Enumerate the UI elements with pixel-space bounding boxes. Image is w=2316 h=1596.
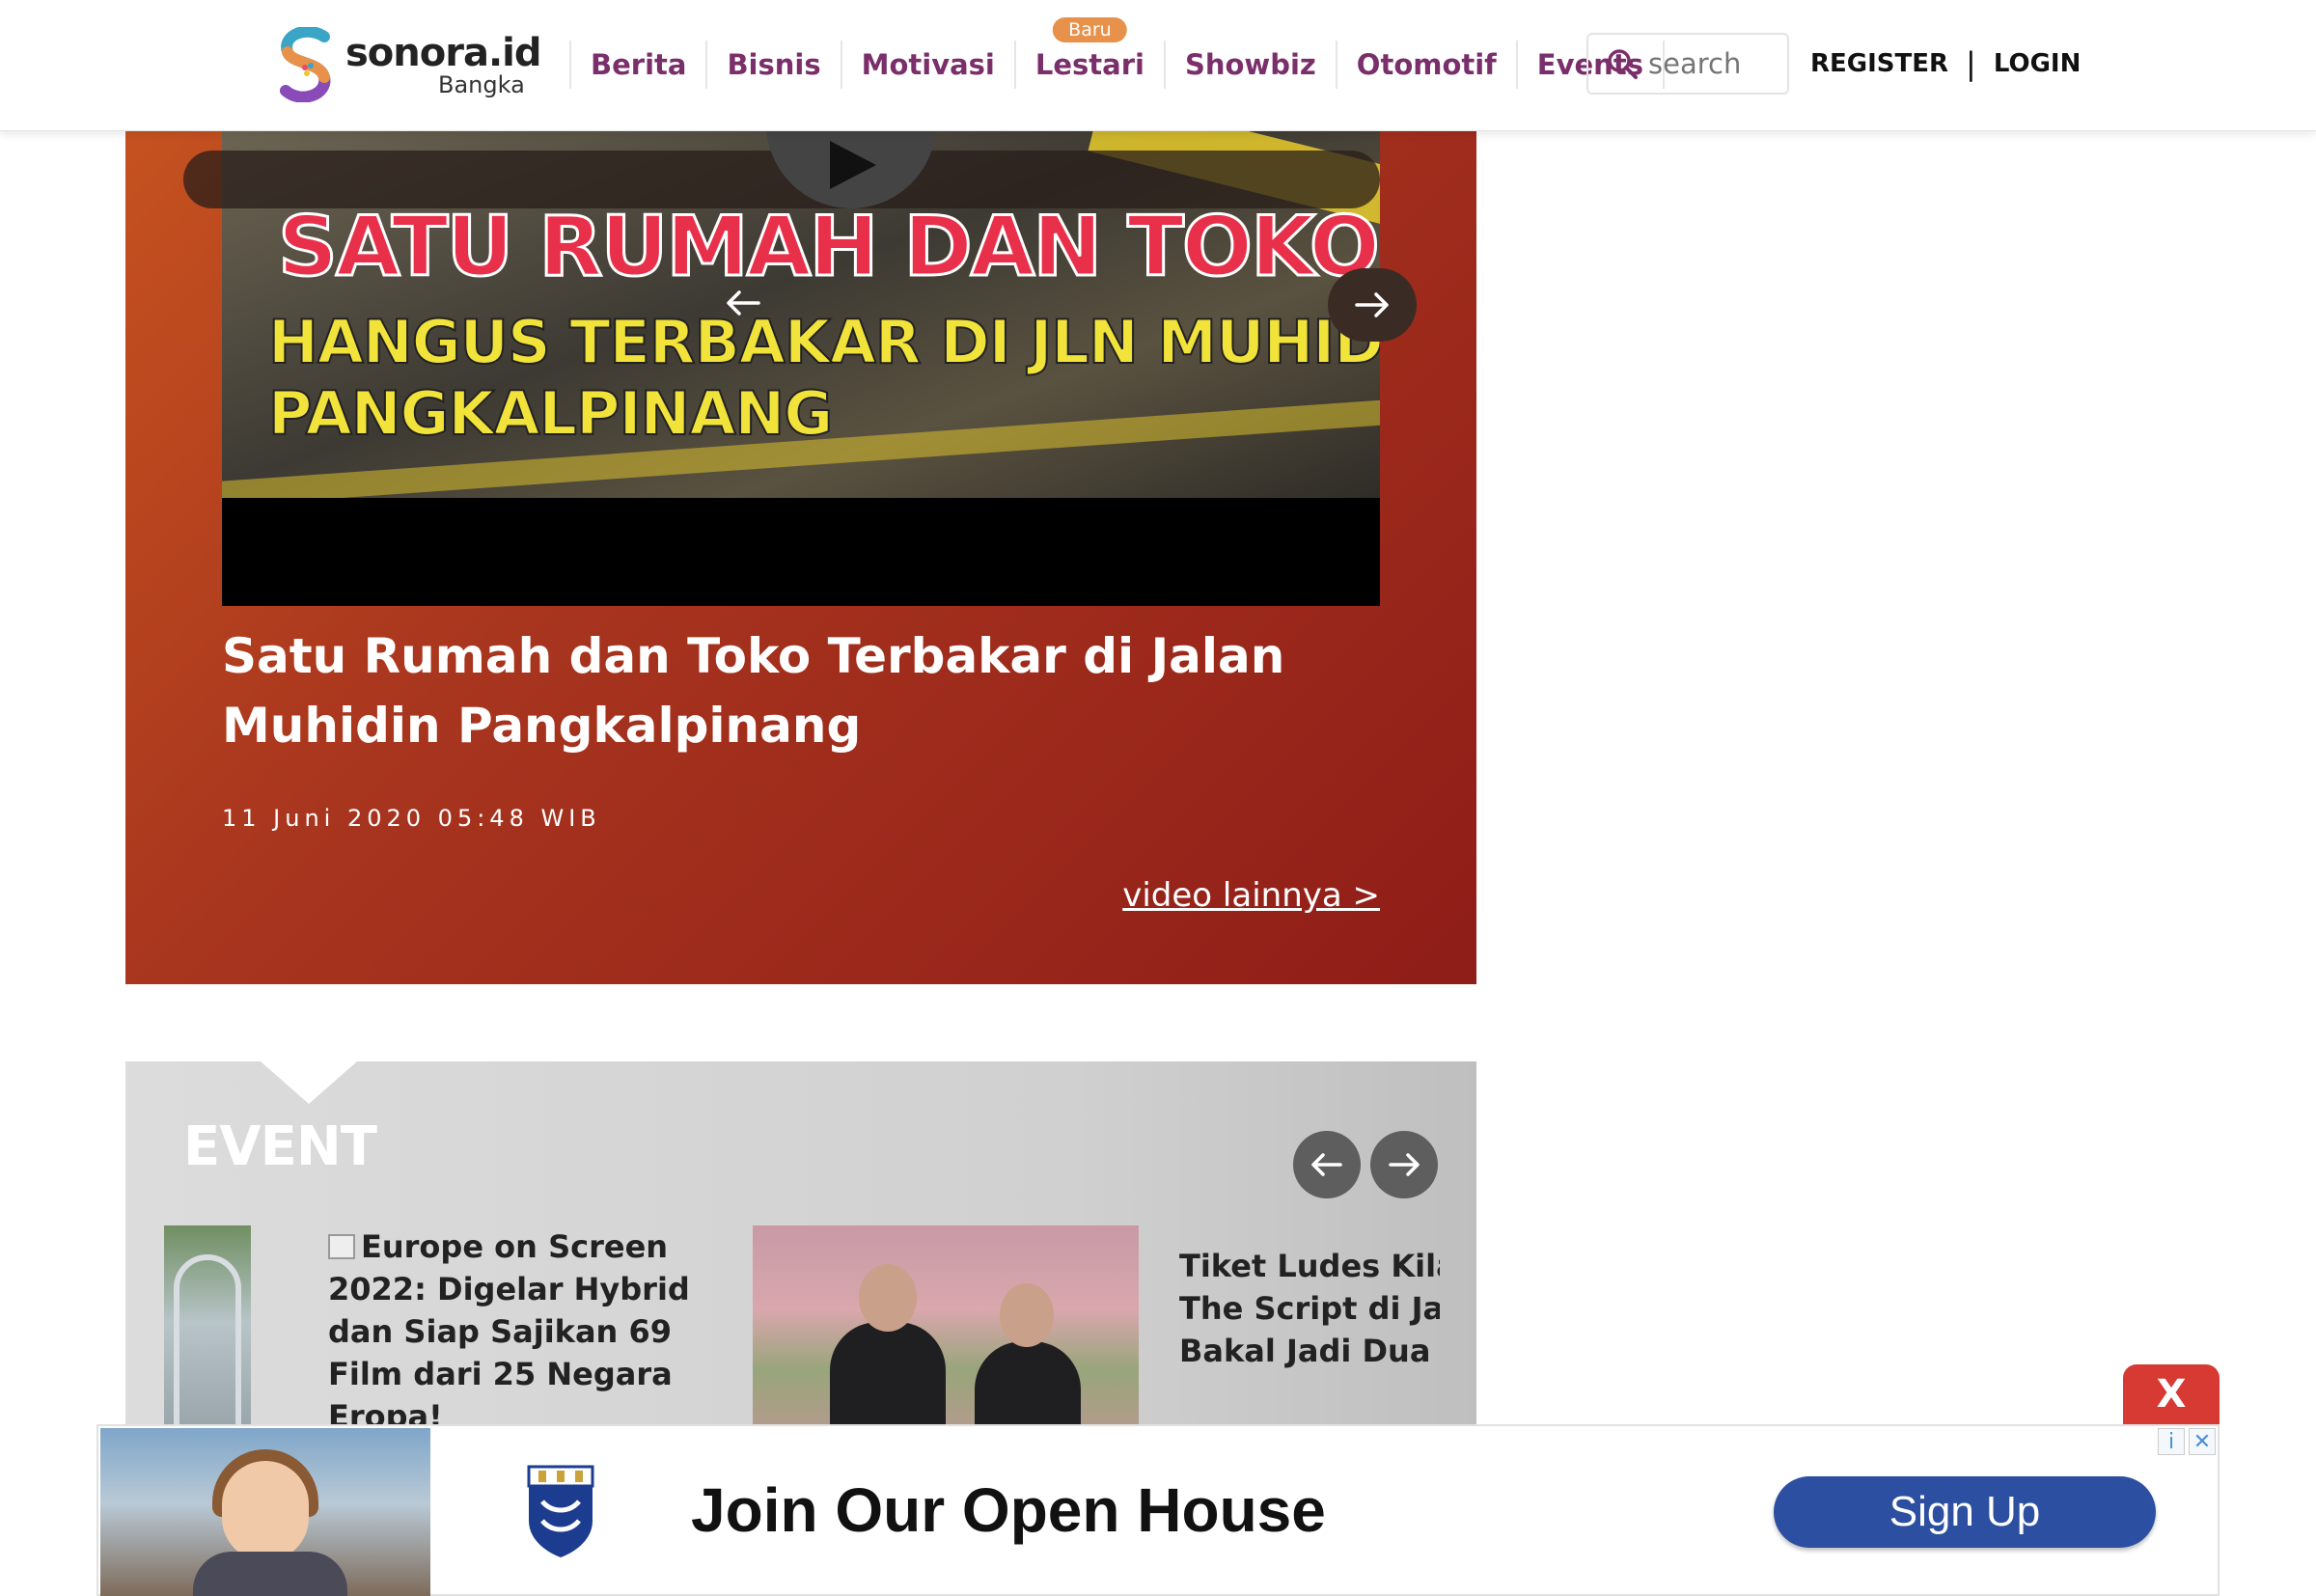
thumbnail-title-line2: HANGUS TERBAKAR DI JLN MUHIDIN (267, 306, 1380, 378)
video-controls-area (222, 498, 1380, 606)
nav-item-bisnis[interactable]: Bisnis (705, 41, 840, 89)
nav-item-berita[interactable]: Berita (569, 41, 705, 89)
event-heading: EVENT (183, 1115, 377, 1178)
auth-links: REGISTER | LOGIN (1810, 42, 2081, 85)
video-prev-button[interactable] (708, 268, 778, 338)
search-box[interactable] (1586, 33, 1789, 95)
video-title[interactable]: Satu Rumah dan Toko Terbakar di Jalan Mu… (222, 621, 1419, 760)
ad-close-button[interactable]: X (2123, 1364, 2220, 1424)
event-item-2-title[interactable]: Tiket Ludes Kilat, The Script di Jak Bak… (1179, 1245, 1440, 1372)
ad-banner[interactable]: Join Our Open House Sign Up i ✕ (96, 1424, 2220, 1596)
video-next-button[interactable] (1328, 268, 1417, 342)
ad-choices: i ✕ (2158, 1428, 2216, 1455)
ad-signup-button[interactable]: Sign Up (1774, 1476, 2156, 1548)
nav-item-motivasi[interactable]: Motivasi (840, 41, 1014, 89)
nav-item-lestari[interactable]: Baru Lestari (1013, 17, 1164, 89)
event-prev-button[interactable] (1293, 1131, 1361, 1198)
nav-item-lestari-label: Lestari (1034, 48, 1144, 81)
search-icon (1608, 49, 1638, 79)
thumbnail-title-line1: SATU RUMAH DAN TOKO (277, 198, 1380, 297)
child-face (222, 1461, 309, 1561)
play-icon (830, 141, 876, 189)
person-head (859, 1264, 917, 1332)
event-next-button[interactable] (1370, 1131, 1438, 1198)
thumbnail-title-line3: PANGKALPINANG (267, 377, 834, 450)
ad-headline: Join Our Open House (691, 1475, 1326, 1545)
ornament-graphic (174, 1254, 241, 1447)
video-date: 11 Juni 2020 05:48 WIB (222, 805, 601, 832)
event-item-1-text: Europe on Screen 2022: Digelar Hybrid da… (328, 1228, 690, 1435)
broken-image-icon (328, 1234, 355, 1259)
child-body (193, 1552, 347, 1596)
nav-item-otomotif[interactable]: Otomotif (1335, 41, 1516, 89)
event-item-1-title[interactable]: Europe on Screen 2022: Digelar Hybrid da… (328, 1225, 733, 1438)
site-header: sonora.id Bangka Berita Bisnis Motivasi … (0, 0, 2316, 131)
school-crest-icon (527, 1465, 594, 1557)
event-item-2-line: Tiket Ludes Kilat, (1179, 1248, 1440, 1284)
person-head (1000, 1283, 1054, 1347)
ad-photo (100, 1428, 430, 1596)
search-input[interactable] (1648, 47, 1783, 80)
auth-separator: | (1966, 45, 1976, 82)
login-link[interactable]: LOGIN (1994, 49, 2082, 78)
main-nav: Berita Bisnis Motivasi Baru Lestari Show… (569, 17, 1665, 89)
arrow-left-icon (727, 290, 760, 316)
ad-close-icon[interactable]: ✕ (2189, 1428, 2216, 1455)
arrow-right-icon (1389, 1153, 1420, 1176)
event-section: EVENT Europe on Screen 2022: Digelar Hyb… (125, 1061, 1476, 1467)
arrow-left-icon (1311, 1153, 1342, 1176)
nav-item-showbiz[interactable]: Showbiz (1163, 41, 1336, 89)
more-videos-link[interactable]: video lainnya > (1071, 876, 1380, 915)
event-item-2-line: The Script di Jak (1179, 1290, 1440, 1327)
arrow-right-icon (1355, 292, 1389, 317)
section-notch (261, 1061, 357, 1104)
event-item-2-line: Bakal Jadi Dua H (1179, 1333, 1440, 1369)
video-section: SATU RUMAH DAN TOKO HANGUS TERBAKAR DI J… (125, 131, 1476, 984)
new-badge: Baru (1053, 17, 1127, 42)
ad-info-icon[interactable]: i (2158, 1428, 2185, 1455)
register-link[interactable]: REGISTER (1810, 49, 1948, 78)
site-logo[interactable]: sonora.id Bangka (278, 27, 548, 104)
logo-name: sonora.id (345, 31, 542, 75)
logo-region: Bangka (438, 71, 525, 98)
sonora-logo-icon (280, 27, 331, 102)
